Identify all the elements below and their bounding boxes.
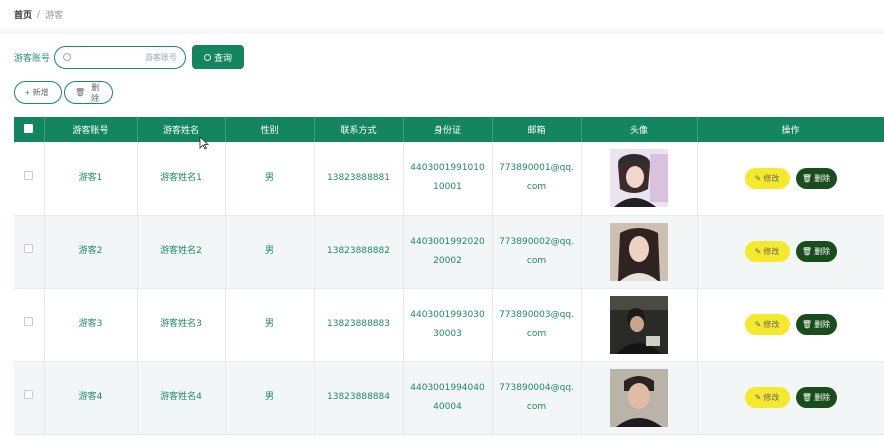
cell-name: 游客姓名2 <box>137 215 226 289</box>
query-button[interactable]: 查询 <box>192 45 244 69</box>
cell-name: 游客姓名4 <box>137 361 226 435</box>
table-row: 游客3 游客姓名3 男 13823888883 4403001993030300… <box>14 288 884 362</box>
col-header: 联系方式 <box>314 117 404 142</box>
delete-button[interactable]: 🗑 删除 <box>795 241 837 262</box>
delete-label: 删除 <box>814 173 831 183</box>
edit-button[interactable]: ✎ 修改 <box>744 167 790 189</box>
edit-button[interactable]: ✎ 修改 <box>744 241 790 262</box>
row-checkbox[interactable] <box>24 170 34 180</box>
edit-icon: ✎ <box>754 393 762 402</box>
search-icon <box>203 53 211 61</box>
action-bar: + 新增 🗑 删除 <box>14 81 113 104</box>
edit-label: 修改 <box>763 393 780 402</box>
edit-label: 修改 <box>763 320 780 329</box>
table-row: 游客1 游客姓名1 男 13823888881 4403001991010100… <box>14 142 884 216</box>
cell-phone: 13823888881 <box>314 142 404 216</box>
cell-gender: 男 <box>225 288 315 362</box>
edit-button[interactable]: ✎ 修改 <box>744 387 790 408</box>
plus-icon: + <box>25 88 30 97</box>
add-button-label: 新增 <box>32 88 49 97</box>
edit-label: 修改 <box>763 173 780 183</box>
col-header: 游客账号 <box>44 117 138 142</box>
breadcrumb-separator: / <box>37 9 41 20</box>
cell-gender: 男 <box>225 142 315 216</box>
divider <box>0 28 884 34</box>
col-header: 操作 <box>697 117 884 142</box>
col-header: 游客姓名 <box>137 117 226 142</box>
row-checkbox[interactable] <box>24 244 34 253</box>
trash-icon: 🗑 <box>801 320 813 329</box>
delete-button[interactable]: 🗑 删除 <box>795 314 837 335</box>
avatar <box>610 295 668 354</box>
cell-phone: 13823888882 <box>314 215 404 289</box>
edit-label: 修改 <box>763 247 780 256</box>
row-checkbox[interactable] <box>24 390 34 399</box>
cell-phone: 13823888884 <box>314 361 404 435</box>
row-actions: ✎ 修改 🗑 删除 <box>698 314 884 335</box>
row-actions: ✎ 修改 🗑 删除 <box>698 241 884 262</box>
select-all-cell[interactable] <box>14 117 45 142</box>
query-button-label: 查询 <box>213 52 232 63</box>
cell-id-card: 440300199101010001 <box>410 163 485 193</box>
trash-icon: 🗑 <box>801 247 813 256</box>
cell-id-card: 440300199404040004 <box>410 382 485 412</box>
row-actions: ✎ 修改 🗑 删除 <box>698 167 884 189</box>
mouse-cursor-icon <box>199 136 209 150</box>
cell-email: 773890001@qq.com <box>499 163 574 193</box>
visitor-table: 游客账号 游客姓名 性别 联系方式 身份证 邮箱 头像 操作 游客1 游客姓名1… <box>14 117 884 435</box>
col-header: 身份证 <box>403 117 493 142</box>
search-input[interactable] <box>75 52 177 62</box>
search-bar: 游客账号 查询 <box>14 45 244 69</box>
select-all-checkbox[interactable] <box>24 123 34 133</box>
breadcrumb: 首页 / 游客 <box>14 8 64 22</box>
avatar <box>610 222 668 281</box>
cell-account: 游客4 <box>44 361 138 435</box>
batch-delete-button[interactable]: 🗑 删除 <box>64 81 113 104</box>
add-button[interactable]: + 新增 <box>14 81 62 104</box>
search-input-wrapper[interactable] <box>54 45 186 69</box>
cell-id-card: 440300199303030003 <box>410 309 485 339</box>
search-label: 游客账号 <box>14 53 51 64</box>
delete-button[interactable]: 🗑 删除 <box>795 167 837 189</box>
breadcrumb-home[interactable]: 首页 <box>14 8 32 21</box>
avatar <box>610 149 668 208</box>
cell-phone: 13823888883 <box>314 288 404 362</box>
trash-icon: 🗑 <box>801 393 813 402</box>
delete-label: 删除 <box>814 320 831 329</box>
cell-account: 游客2 <box>44 215 138 289</box>
delete-label: 删除 <box>814 247 831 256</box>
delete-label: 删除 <box>814 393 831 402</box>
breadcrumb-current: 游客 <box>45 11 64 21</box>
cell-email: 773890003@qq.com <box>499 309 574 339</box>
avatar <box>610 368 668 427</box>
batch-delete-label: 删除 <box>91 82 100 103</box>
table-row: 游客4 游客姓名4 男 13823888884 4403001994040400… <box>14 361 884 435</box>
cell-id-card: 440300199202020002 <box>410 236 485 266</box>
table-header: 游客账号 游客姓名 性别 联系方式 身份证 邮箱 头像 操作 <box>14 117 884 142</box>
trash-icon: 🗑 <box>75 88 86 97</box>
cell-email: 773890002@qq.com <box>499 236 574 266</box>
cell-gender: 男 <box>225 361 315 435</box>
cell-name: 游客姓名1 <box>137 142 226 216</box>
cell-gender: 男 <box>225 215 315 289</box>
col-header: 邮箱 <box>492 117 582 142</box>
delete-button[interactable]: 🗑 删除 <box>795 387 837 408</box>
search-icon <box>63 53 71 61</box>
col-header: 头像 <box>581 117 698 142</box>
edit-icon: ✎ <box>754 247 762 256</box>
trash-icon: 🗑 <box>801 173 813 183</box>
edit-button[interactable]: ✎ 修改 <box>744 314 790 335</box>
col-header: 性别 <box>225 117 315 142</box>
cell-account: 游客3 <box>44 288 138 362</box>
row-actions: ✎ 修改 🗑 删除 <box>698 387 884 408</box>
cell-name: 游客姓名3 <box>137 288 226 362</box>
edit-icon: ✎ <box>754 173 762 183</box>
table-row: 游客2 游客姓名2 男 13823888882 4403001992020200… <box>14 215 884 289</box>
cell-email: 773890004@qq.com <box>499 382 574 412</box>
cell-account: 游客1 <box>44 142 138 216</box>
row-checkbox[interactable] <box>24 317 34 326</box>
edit-icon: ✎ <box>754 320 762 329</box>
